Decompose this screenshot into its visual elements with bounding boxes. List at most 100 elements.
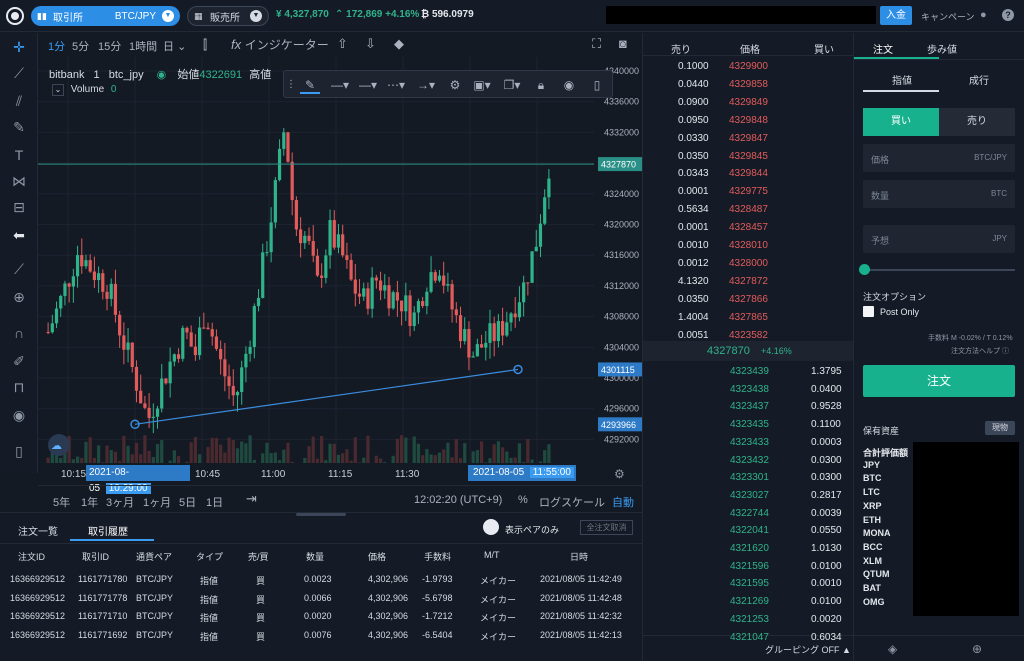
trash-icon[interactable]: ▯ <box>588 76 606 94</box>
ask-price[interactable]: 4327866 <box>729 294 768 305</box>
bid-price[interactable]: 4322041 <box>730 525 769 536</box>
bid-price[interactable]: 4321047 <box>730 632 769 643</box>
bid-price[interactable]: 4323438 <box>730 384 769 395</box>
sell-button[interactable]: 売り <box>939 108 1015 136</box>
ask-price[interactable]: 4329849 <box>729 97 768 108</box>
bid-price[interactable]: 4321620 <box>730 543 769 554</box>
timeframe-1d[interactable]: 日 ⌄ <box>163 38 186 54</box>
settings-icon[interactable]: ⚙ <box>446 76 464 94</box>
bid-price[interactable]: 4323301 <box>730 472 769 483</box>
log-scale-button[interactable]: ログスケール <box>539 494 605 510</box>
ask-price[interactable]: 4329845 <box>729 151 768 162</box>
exchange-pair-selector[interactable]: ▮▮ 取引所 BTC/JPY ▼ <box>31 6 180 26</box>
crosshair-icon[interactable]: ✛ <box>9 37 29 57</box>
buy-button[interactable]: 買い <box>863 108 939 136</box>
ask-price[interactable]: 4328457 <box>729 222 768 233</box>
ruler-icon[interactable]: ⟋ <box>9 259 29 279</box>
bid-price[interactable]: 4323027 <box>730 490 769 501</box>
range-1d[interactable]: 1日 <box>206 494 223 510</box>
clone-icon[interactable]: ❐▾ <box>500 76 524 94</box>
upload-icon[interactable]: ⇧ <box>337 36 348 52</box>
camera-icon[interactable]: ◙ <box>619 36 627 51</box>
ask-price[interactable]: 4329858 <box>729 79 768 90</box>
help-icon[interactable]: ? <box>1002 9 1014 21</box>
price-input[interactable]: 価格 BTC/JPY <box>863 144 1015 172</box>
bid-price[interactable]: 4323432 <box>730 455 769 466</box>
campaign-link[interactable]: キャンペーン <box>921 10 975 23</box>
line-width-icon[interactable]: —▾ <box>356 76 380 94</box>
timeframe-15m[interactable]: 15分 <box>98 38 121 54</box>
deposit-button[interactable]: 入金 <box>880 6 912 25</box>
range-1m[interactable]: 1ヶ月 <box>143 494 171 510</box>
eye-icon[interactable]: ◉ <box>560 76 578 94</box>
bid-price[interactable]: 4323433 <box>730 437 769 448</box>
ask-price[interactable]: 4329775 <box>729 186 768 197</box>
line-style-icon[interactable]: ⋯▾ <box>384 76 408 94</box>
timeframe-5m[interactable]: 5分 <box>72 38 89 54</box>
range-1y[interactable]: 1年 <box>81 494 98 510</box>
download-icon[interactable]: ⇩ <box>365 36 376 52</box>
magnet-icon[interactable]: ∩ <box>9 323 29 343</box>
collapse-icon[interactable]: ⌄ <box>52 84 64 96</box>
pencil-icon[interactable]: ✎ <box>300 76 320 94</box>
post-only-checkbox[interactable] <box>863 306 874 317</box>
drag-handle-icon[interactable]: ⋮ <box>286 76 296 94</box>
price-chart[interactable]: 4340000433600043320004328000432400043200… <box>38 57 642 469</box>
ask-price[interactable]: 4328010 <box>729 240 768 251</box>
bitbank-logo[interactable] <box>6 7 24 25</box>
bid-price[interactable]: 4323437 <box>730 401 769 412</box>
ask-price[interactable]: 4328487 <box>729 204 768 215</box>
ask-price[interactable]: 4329847 <box>729 133 768 144</box>
spot-assets-button[interactable]: 現物 <box>985 421 1015 435</box>
brush-icon[interactable]: ✎ <box>9 117 29 137</box>
cancel-all-button[interactable]: 全注文取消 <box>580 520 633 535</box>
sales-selector[interactable]: ▦ 販売所 ▼ <box>187 6 269 26</box>
text-tool-icon[interactable]: T <box>9 145 29 165</box>
range-5y[interactable]: 5年 <box>53 494 70 510</box>
line-color-icon[interactable]: —▾ <box>328 76 352 94</box>
ask-price[interactable]: 4329900 <box>729 61 768 72</box>
tab-trades[interactable]: 歩み値 <box>927 41 957 56</box>
order-type-limit[interactable]: 指値 <box>892 72 912 87</box>
lock-icon[interactable]: 🔒︎ <box>532 76 550 94</box>
back-arrow-icon[interactable]: ⬅ <box>9 225 29 245</box>
user-icon[interactable]: ● <box>980 9 990 21</box>
ask-price[interactable]: 4328000 <box>729 258 768 269</box>
ask-price[interactable]: 4329844 <box>729 168 768 179</box>
bid-price[interactable]: 4323439 <box>730 366 769 377</box>
range-3m[interactable]: 3ヶ月 <box>106 494 134 510</box>
percent-scale-button[interactable]: % <box>518 494 528 506</box>
pattern-tool-icon[interactable]: ⋈ <box>9 171 29 191</box>
grouping-toggle[interactable]: グルーピング OFF ▲ <box>765 643 851 656</box>
amount-slider-handle[interactable] <box>859 264 870 275</box>
tab-history[interactable]: 取引履歴 <box>88 523 128 538</box>
bid-price[interactable]: 4321596 <box>730 561 769 572</box>
bid-price[interactable]: 4321253 <box>730 614 769 625</box>
resize-handle[interactable] <box>296 513 346 516</box>
eraser-icon[interactable]: ◆ <box>394 36 404 52</box>
submit-order-button[interactable]: 注文 <box>863 365 1015 397</box>
fib-tool-icon[interactable]: ⫽ <box>9 91 29 111</box>
range-5d[interactable]: 5日 <box>179 494 196 510</box>
pair-only-toggle[interactable] <box>483 519 499 535</box>
measure-lines-icon[interactable]: ⊟ <box>9 197 29 217</box>
tab-orders[interactable]: 注文一覧 <box>18 523 58 538</box>
trash-icon[interactable]: ▯ <box>9 441 29 461</box>
lock-icon[interactable]: ⊓ <box>9 377 29 397</box>
bid-price[interactable]: 4321269 <box>730 596 769 607</box>
timeframe-1h[interactable]: 1時間 <box>129 38 157 54</box>
ask-price[interactable]: 4329848 <box>729 115 768 126</box>
layers-icon[interactable]: ◈ <box>888 642 897 656</box>
zoom-in-icon[interactable]: ⊕ <box>9 287 29 307</box>
fullscreen-icon[interactable]: ⛶ <box>592 36 601 52</box>
eye-icon[interactable]: ◉ <box>9 405 29 425</box>
goto-date-icon[interactable]: ⇥ <box>246 491 257 507</box>
auto-scale-button[interactable]: 自動 <box>612 494 634 510</box>
ask-price[interactable]: 4323582 <box>729 330 768 341</box>
line-end-icon[interactable]: →▾ <box>412 76 440 94</box>
bid-price[interactable]: 4322744 <box>730 508 769 519</box>
settings-icon[interactable]: ⚙ <box>614 467 625 481</box>
pencil-lock-icon[interactable]: ✐ <box>9 351 29 371</box>
candle-type-icon[interactable]: ⫿ <box>203 37 207 53</box>
bid-price[interactable]: 4323435 <box>730 419 769 430</box>
